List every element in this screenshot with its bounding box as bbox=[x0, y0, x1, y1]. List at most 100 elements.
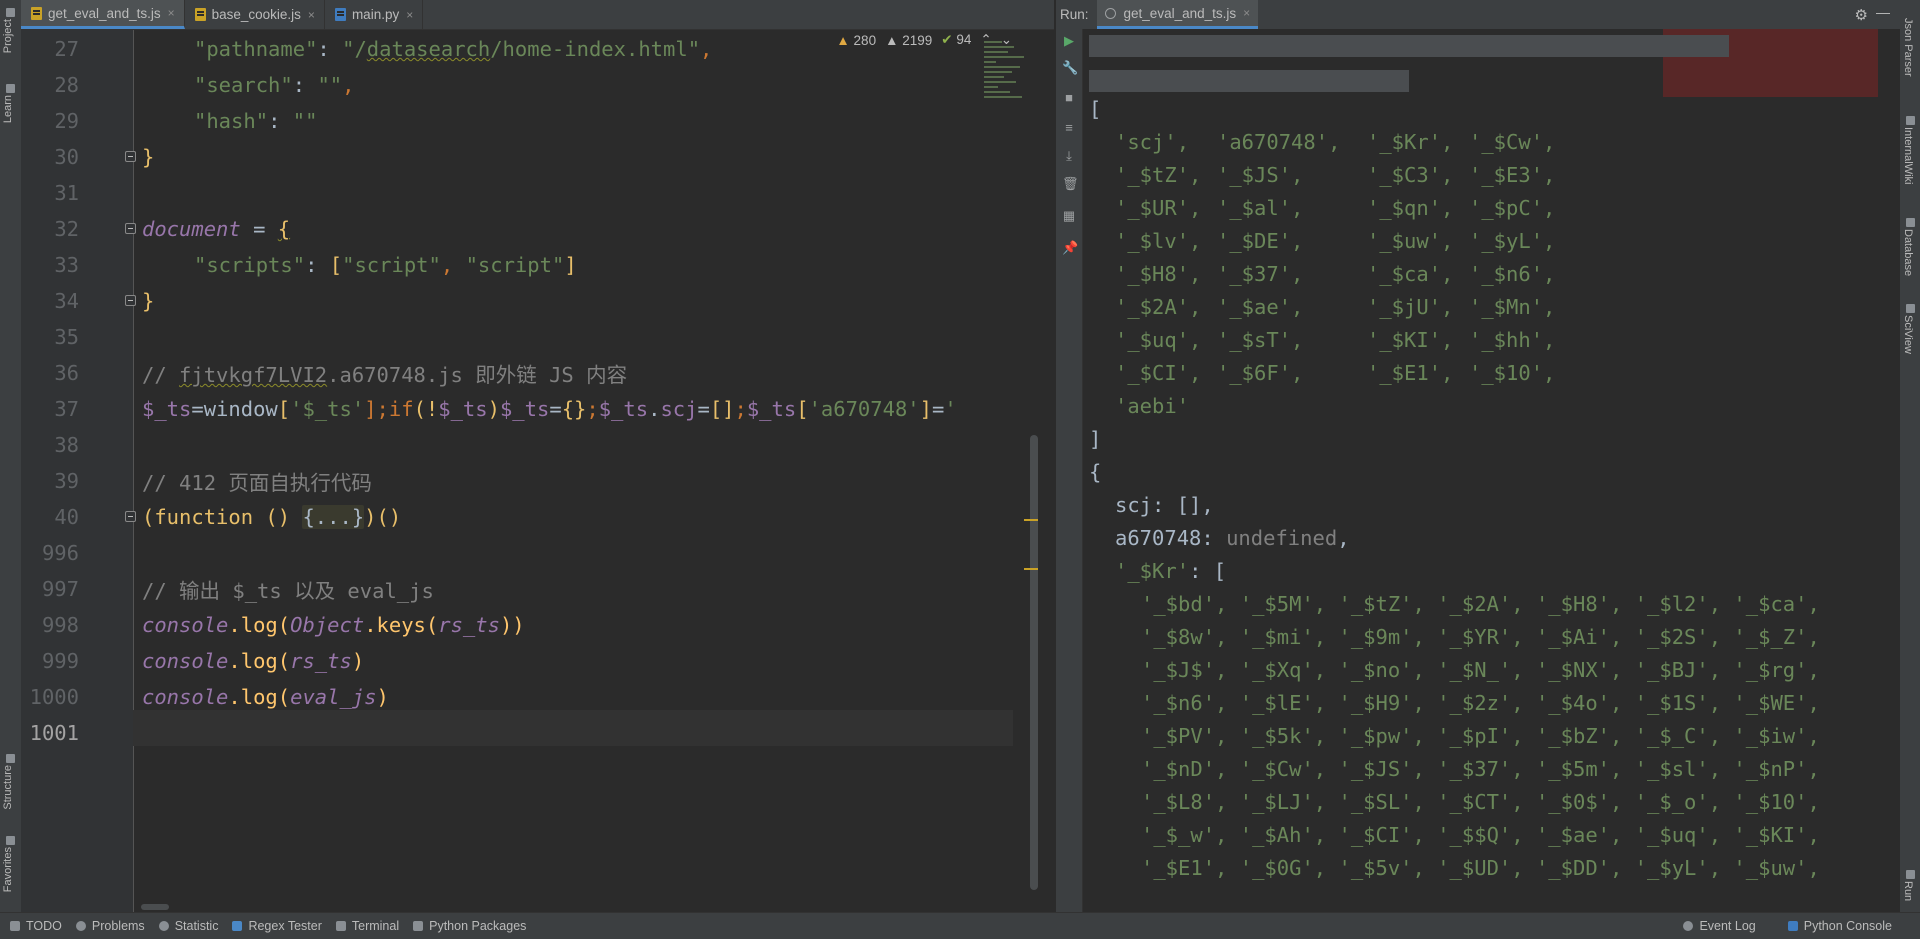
code-line-37: 37 $_ts=window['$_ts'];if(!$_ts)$_ts={};… bbox=[54, 397, 957, 421]
close-icon[interactable]: × bbox=[308, 8, 315, 22]
console-key: '_$KI', bbox=[1367, 328, 1454, 352]
js-file-icon bbox=[194, 8, 206, 21]
bottom-tool-bar: TODO Problems Statistic Regex Tester Ter… bbox=[0, 912, 1920, 939]
console-line: '_$PV', '_$5k', '_$pw', '_$pI', '_$bZ', … bbox=[1141, 724, 1820, 748]
python-packages-tab[interactable]: Python Packages bbox=[413, 919, 526, 933]
code-line-34: 34 } bbox=[54, 289, 155, 313]
tool-window-json-parser[interactable]: Json Parser bbox=[1902, 18, 1918, 77]
stop-icon[interactable]: ■ bbox=[1062, 91, 1076, 105]
code-line-38: 38 bbox=[54, 433, 79, 457]
console-line: '_$Kr': [ bbox=[1115, 559, 1227, 583]
code-line-1000: 1000 console.log(eval_js) bbox=[29, 685, 389, 709]
terminal-icon bbox=[335, 921, 346, 931]
pin-icon[interactable]: 📌 bbox=[1062, 241, 1078, 255]
terminal-tab[interactable]: Terminal bbox=[335, 919, 399, 933]
close-icon[interactable]: × bbox=[406, 8, 413, 22]
code-line-998: 998 console.log(Object.keys(rs_ts)) bbox=[41, 613, 525, 637]
layout-icon[interactable]: ▦ bbox=[1062, 209, 1076, 223]
fold-marker[interactable] bbox=[125, 511, 136, 522]
code-line-28: 28 "search": "", bbox=[54, 73, 355, 97]
console-key: '_$lv', bbox=[1115, 229, 1202, 253]
warning-marker[interactable] bbox=[1024, 568, 1038, 570]
wrench-icon[interactable]: 🔧 bbox=[1062, 61, 1078, 75]
console-key: '_$Kr', bbox=[1367, 130, 1454, 154]
problems-tab[interactable]: Problems bbox=[75, 919, 145, 933]
soft-wrap-icon[interactable]: ≡ bbox=[1062, 121, 1076, 135]
console-key: 'scj', bbox=[1115, 130, 1190, 154]
minimize-icon[interactable]: — bbox=[1876, 4, 1890, 20]
learn-icon bbox=[6, 84, 15, 93]
console-key: '_$JS', bbox=[1217, 163, 1304, 187]
console-key: '_$E3', bbox=[1469, 163, 1556, 187]
fold-marker[interactable] bbox=[125, 295, 136, 306]
code-line-40: 40 (function () {...})() bbox=[54, 505, 402, 529]
code-line-31: 31 bbox=[54, 181, 79, 205]
console-key: '_$2A', bbox=[1115, 295, 1202, 319]
tool-window-favorites[interactable]: Favorites bbox=[2, 834, 19, 892]
console-key: '_$37', bbox=[1217, 262, 1304, 286]
code-line-30: 30 } bbox=[54, 145, 155, 169]
todo-tab[interactable]: TODO bbox=[10, 919, 62, 933]
console-key: '_$H8', bbox=[1115, 262, 1202, 286]
redacted-output bbox=[1089, 35, 1729, 57]
left-tool-strip: Project Learn Structure Favorites bbox=[0, 0, 22, 912]
console-key: '_$pC', bbox=[1469, 196, 1556, 220]
console-line: scj: [], bbox=[1115, 493, 1214, 517]
tool-window-learn[interactable]: Learn bbox=[2, 82, 19, 123]
run-console-output[interactable]: [ 'scj', 'a670748', '_$Kr', '_$Cw', '_$tZ', '… bbox=[1083, 29, 1900, 912]
close-icon[interactable]: × bbox=[168, 6, 175, 20]
console-key: '_$jU', bbox=[1367, 295, 1454, 319]
console-key: '_$uq', bbox=[1115, 328, 1202, 352]
scroll-to-end-icon[interactable]: ⤓ bbox=[1062, 149, 1076, 163]
close-icon[interactable]: × bbox=[1243, 6, 1250, 20]
console-line: '_$bd', '_$5M', '_$tZ', '_$2A', '_$H8', … bbox=[1141, 592, 1820, 616]
console-key: '_$ca', bbox=[1367, 262, 1454, 286]
python-console-tab[interactable]: Python Console bbox=[1787, 919, 1892, 933]
tool-window-structure[interactable]: Structure bbox=[2, 752, 19, 810]
console-line: { bbox=[1089, 460, 1102, 484]
regex-tester-tab[interactable]: Regex Tester bbox=[232, 919, 322, 933]
tool-window-internal-wiki[interactable]: InternalWiki bbox=[1902, 114, 1918, 184]
console-key: '_$n6', bbox=[1469, 262, 1556, 286]
console-line: '_$n6', '_$lE', '_$H9', '_$2z', '_$4o', … bbox=[1141, 691, 1820, 715]
statistic-tab[interactable]: Statistic bbox=[158, 919, 218, 933]
horizontal-scrollbar[interactable] bbox=[141, 904, 169, 910]
console-line: '_$E1', '_$0G', '_$5v', '_$UD', '_$DD', … bbox=[1141, 856, 1820, 880]
console-key: '_$C3', bbox=[1367, 163, 1454, 187]
right-tool-strip: Json Parser InternalWiki Database SciVie… bbox=[1899, 0, 1920, 912]
fold-marker[interactable] bbox=[125, 223, 136, 234]
console-key: '_$CI', bbox=[1115, 361, 1202, 385]
folded-region[interactable]: {...} bbox=[302, 505, 365, 529]
tool-window-project[interactable]: Project bbox=[2, 6, 19, 53]
rerun-icon[interactable]: ▶ bbox=[1062, 34, 1076, 48]
console-key: '_$sT', bbox=[1217, 328, 1304, 352]
console-key: '_$10', bbox=[1469, 361, 1556, 385]
vertical-scrollbar[interactable] bbox=[1030, 435, 1038, 890]
warning-marker[interactable] bbox=[1024, 519, 1038, 521]
event-log-tab[interactable]: Event Log bbox=[1683, 919, 1756, 933]
trash-icon[interactable]: 🗑 bbox=[1062, 177, 1079, 191]
fold-marker[interactable] bbox=[125, 151, 136, 162]
console-key: '_$qn', bbox=[1367, 196, 1454, 220]
editor-tab-get-eval-and-ts[interactable]: get_eval_and_ts.js × bbox=[21, 0, 185, 29]
code-line-29: 29 "hash": "" bbox=[54, 109, 318, 133]
console-line: [ bbox=[1089, 97, 1102, 121]
editor-tab-base-cookie[interactable]: base_cookie.js × bbox=[185, 0, 325, 29]
event-log-icon bbox=[1683, 921, 1694, 931]
todo-icon bbox=[10, 921, 20, 931]
code-editor[interactable]: ▲ 280 ▲ 2199 ✔ 94 ⌃ ⌄ 27 "pathname": "/d… bbox=[21, 30, 1054, 912]
gear-icon[interactable]: ⚙ bbox=[1855, 6, 1868, 24]
tool-window-run[interactable]: Run bbox=[1902, 868, 1918, 901]
editor-tab-main-py[interactable]: main.py × bbox=[325, 0, 424, 29]
console-key: '_$DE', bbox=[1217, 229, 1304, 253]
run-tab-get-eval-and-ts[interactable]: get_eval_and_ts.js × bbox=[1096, 0, 1259, 29]
console-key: '_$Mn', bbox=[1469, 295, 1556, 319]
regex-icon bbox=[232, 921, 243, 931]
packages-icon bbox=[413, 921, 424, 931]
console-line: '_$nD', '_$Cw', '_$JS', '_$37', '_$5m', … bbox=[1141, 757, 1820, 781]
tool-window-sciview[interactable]: SciView bbox=[1902, 302, 1918, 354]
tool-window-database[interactable]: Database bbox=[1902, 216, 1918, 276]
python-icon bbox=[1787, 921, 1798, 931]
console-key: '_$E1', bbox=[1367, 361, 1454, 385]
console-key: '_$yL', bbox=[1469, 229, 1556, 253]
